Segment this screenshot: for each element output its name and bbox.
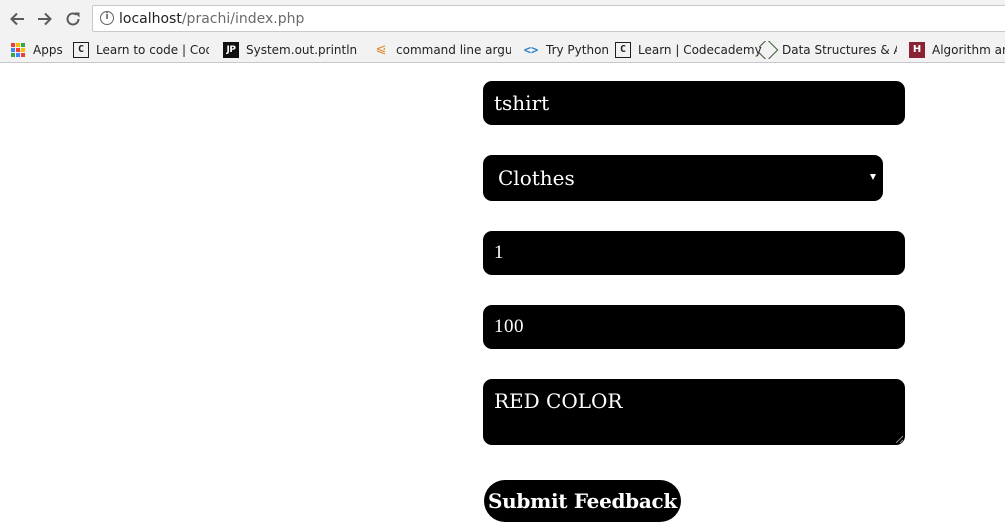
apps-grid-icon — [10, 43, 26, 57]
apps-dot — [21, 43, 25, 47]
codecademy-icon: C — [615, 42, 631, 58]
product-name-value: tshirt — [494, 91, 550, 115]
bookmark-data-structures[interactable]: Data Structures & Alg — [759, 41, 897, 59]
bookmark-label: Learn to code | Code — [96, 43, 209, 57]
apps-dot — [11, 43, 15, 47]
url-path: /prachi/index.php — [181, 11, 305, 27]
price-input[interactable]: 100 — [483, 305, 905, 349]
apps-dot — [16, 53, 20, 57]
bookmark-try-python[interactable]: <> Try Python — [523, 41, 609, 59]
javatpoint-icon: JP — [223, 42, 239, 58]
url-text[interactable]: localhost/prachi/index.php — [119, 11, 304, 27]
bookmark-learn-codecademy[interactable]: C Learn | Codecademy — [615, 41, 762, 59]
bookmark-label: System.out.println - J — [246, 43, 361, 57]
arrow-right-icon — [38, 12, 52, 26]
address-bar[interactable]: i localhost/prachi/index.php — [92, 5, 1005, 32]
apps-dot — [21, 53, 25, 57]
bookmark-apps[interactable]: Apps — [10, 41, 63, 59]
arrow-left-icon — [10, 12, 24, 26]
bookmark-system-out-println[interactable]: JP System.out.println - J — [223, 41, 361, 59]
dropdown-arrow-icon — [870, 174, 876, 180]
bookmark-label: Try Python — [546, 43, 610, 57]
product-name-input[interactable]: tshirt — [483, 81, 905, 125]
hackerrank-icon: H — [909, 42, 925, 58]
category-select[interactable]: Clothes — [483, 155, 883, 201]
bookmark-label: Data Structures & Alg — [782, 43, 897, 57]
diamond-logo-icon — [759, 41, 779, 59]
bookmark-algorithm[interactable]: H Algorithm and — [909, 41, 1005, 59]
category-selected-value: Clothes — [498, 166, 575, 190]
code-brackets-icon: <> — [523, 43, 539, 57]
stackoverflow-icon: ⩿ — [375, 42, 387, 57]
apps-dot — [16, 43, 20, 47]
info-icon[interactable]: i — [100, 11, 114, 25]
bookmark-command-line[interactable]: ⩿ command line argum — [373, 41, 511, 59]
codecademy-icon: C — [73, 42, 89, 58]
submit-feedback-button[interactable]: Submit Feedback — [484, 480, 681, 522]
bookmark-learn-to-code[interactable]: C Learn to code | Code — [73, 41, 209, 59]
browser-toolbar: i localhost/prachi/index.php — [0, 0, 1005, 38]
back-button[interactable] — [5, 7, 29, 31]
reload-icon — [66, 12, 80, 26]
description-value: RED COLOR — [494, 389, 623, 413]
apps-dot — [11, 53, 15, 57]
reload-button[interactable] — [61, 7, 85, 31]
resize-handle-icon[interactable] — [895, 435, 903, 443]
bookmark-label: command line argum — [396, 43, 511, 57]
apps-dot — [16, 48, 20, 52]
quantity-value: 1 — [494, 242, 504, 263]
bookmark-label: Learn | Codecademy — [638, 43, 762, 57]
quantity-input[interactable]: 1 — [483, 231, 905, 275]
bookmark-label: Apps — [33, 43, 63, 57]
description-textarea[interactable]: RED COLOR — [483, 379, 905, 445]
apps-dot — [21, 48, 25, 52]
apps-dot — [11, 48, 15, 52]
price-value: 100 — [494, 316, 524, 337]
browser-chrome: i localhost/prachi/index.php Apps C Lear… — [0, 0, 1005, 63]
forward-button[interactable] — [33, 7, 57, 31]
bookmark-label: Algorithm and — [932, 43, 1005, 57]
url-host: localhost — [119, 11, 182, 27]
bookmarks-bar: Apps C Learn to code | Code JP System.ou… — [0, 38, 1005, 62]
